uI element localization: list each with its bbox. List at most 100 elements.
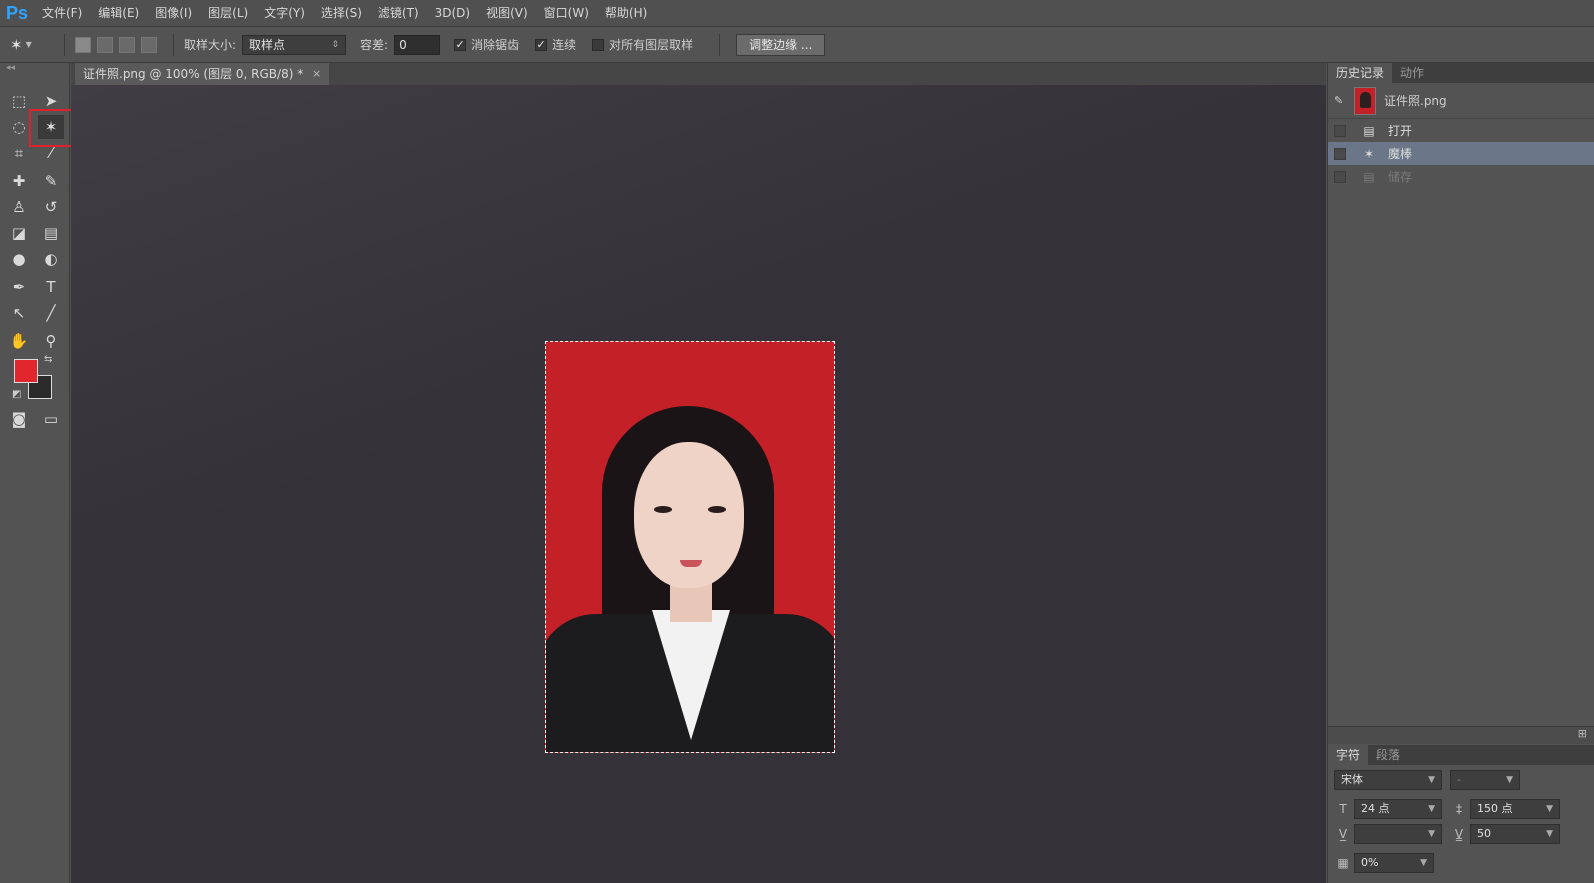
divider <box>173 33 174 56</box>
size-row: T 24 点 ▼ ‡ 150 点 ▼ <box>1328 796 1594 821</box>
canvas-area[interactable] <box>71 85 1326 883</box>
eraser-tool-icon[interactable]: ◪ <box>6 221 32 245</box>
type-tool-icon[interactable]: T <box>38 275 64 299</box>
menu-file[interactable]: 文件(F) <box>34 0 90 27</box>
eyedropper-tool-icon[interactable]: ⁄ <box>38 141 64 165</box>
history-item-label: 魔棒 <box>1388 147 1413 161</box>
menu-window[interactable]: 窗口(W) <box>536 0 597 27</box>
photo-right-eye <box>708 506 726 513</box>
history-item-open[interactable]: ▤ 打开 <box>1328 119 1594 142</box>
brush-tool-icon[interactable]: ✎ <box>38 169 64 193</box>
tab-history[interactable]: 历史记录 <box>1328 63 1393 83</box>
quick-mask-icon[interactable]: ◙ <box>6 407 32 431</box>
document-icon: ▤ <box>1363 169 1375 184</box>
check-icon: ✓ <box>535 37 548 51</box>
sample-size-value: 取样点 <box>249 37 286 52</box>
line-tool-icon[interactable]: ╱ <box>38 301 64 325</box>
menu-3d[interactable]: 3D(D) <box>427 0 478 27</box>
close-icon[interactable]: × <box>312 63 321 85</box>
history-source-box[interactable] <box>1334 147 1346 160</box>
dodge-tool-icon[interactable]: ◐ <box>38 247 64 271</box>
menu-help[interactable]: 帮助(H) <box>597 0 655 27</box>
sample-all-layers-checkbox[interactable]: 对所有图层取样 <box>592 36 693 53</box>
new-selection-button[interactable] <box>75 36 91 53</box>
scale-icon: ▦ <box>1337 855 1349 870</box>
hand-tool-icon[interactable]: ✋ <box>6 329 32 353</box>
history-item-magic-wand[interactable]: ✶ 魔棒 <box>1328 142 1594 165</box>
antialias-label: 消除锯齿 <box>471 38 520 52</box>
photoshop-logo-icon: Ps <box>5 2 29 23</box>
subtract-from-selection-button[interactable] <box>119 36 135 53</box>
screen-mode-icon[interactable]: ▭ <box>38 407 64 431</box>
history-panel-tabs: 历史记录 动作 <box>1328 63 1594 83</box>
pen-tool-icon[interactable]: ✒ <box>6 275 32 299</box>
tool-preset-picker[interactable]: ✶ ▼ <box>10 32 54 58</box>
document-tab-bar: 证件照.png @ 100% (图层 0, RGB/8) * × <box>71 63 1326 85</box>
tab-actions[interactable]: 动作 <box>1392 63 1432 83</box>
blur-tool-icon[interactable]: ● <box>6 247 32 271</box>
chevron-down-icon: ▼ <box>1420 857 1427 868</box>
sample-size-select[interactable]: 取样点 ⇕ <box>242 34 347 55</box>
default-colors-icon[interactable]: ◩ <box>12 389 21 400</box>
history-source-box[interactable] <box>1334 170 1346 183</box>
font-family-value: 宋体 <box>1341 772 1363 786</box>
document-icon: ▤ <box>1363 123 1375 138</box>
tolerance-input[interactable]: 0 <box>394 34 441 55</box>
menu-bar: Ps 文件(F) 编辑(E) 图像(I) 图层(L) 文字(Y) 选择(S) 滤… <box>0 0 1594 27</box>
antialias-checkbox[interactable]: ✓ 消除锯齿 <box>454 36 519 53</box>
font-size-icon: T <box>1339 801 1347 816</box>
menu-edit[interactable]: 编辑(E) <box>90 0 147 27</box>
foreground-color-swatch[interactable] <box>14 359 38 383</box>
chevron-down-icon: ▼ <box>25 40 32 49</box>
magic-wand-icon: ✶ <box>10 35 23 54</box>
menu-view[interactable]: 视图(V) <box>478 0 536 27</box>
sample-all-layers-label: 对所有图层取样 <box>609 38 694 52</box>
document-tab[interactable]: 证件照.png @ 100% (图层 0, RGB/8) * × <box>75 63 330 85</box>
tab-paragraph[interactable]: 段落 <box>1368 745 1408 765</box>
tab-character[interactable]: 字符 <box>1328 745 1369 765</box>
swap-colors-icon[interactable]: ⇆ <box>44 354 52 365</box>
new-snapshot-icon[interactable]: ⊞ <box>1578 727 1587 740</box>
magic-wand-icon: ✶ <box>1363 146 1375 161</box>
add-to-selection-button[interactable] <box>97 36 113 53</box>
options-bar: ✶ ▼ 取样大小: 取样点 ⇕ 容差: 0 ✓ 消除锯齿 ✓ 连续 对所有图层取… <box>0 27 1594 63</box>
history-snapshot[interactable]: ✎ 证件照.png <box>1328 83 1594 119</box>
scale-select[interactable]: 0% ▼ <box>1354 852 1434 873</box>
path-selection-tool-icon[interactable]: ↖ <box>6 301 32 325</box>
history-item-label: 打开 <box>1388 124 1413 138</box>
check-icon: ✓ <box>454 37 467 51</box>
font-style-select[interactable]: - ▼ <box>1450 769 1520 790</box>
history-source-box[interactable] <box>1334 124 1346 137</box>
history-brush-source-icon[interactable]: ✎ <box>1334 94 1348 107</box>
id-photo-image[interactable] <box>545 341 835 753</box>
font-size-select[interactable]: 24 点 ▼ <box>1354 798 1442 819</box>
menu-filter[interactable]: 滤镜(T) <box>370 0 427 27</box>
unchecked-box <box>592 38 605 51</box>
crop-tool-icon[interactable]: ⌗ <box>6 141 32 165</box>
kerning-row: V̲ ▼ V̳ 50 ▼ <box>1328 821 1594 846</box>
gradient-tool-icon[interactable]: ▤ <box>38 221 64 245</box>
kerning-select[interactable]: ▼ <box>1354 823 1442 844</box>
clone-stamp-tool-icon[interactable]: ♙ <box>6 195 32 219</box>
intersect-selection-button[interactable] <box>141 36 157 53</box>
menu-layer[interactable]: 图层(L) <box>200 0 256 27</box>
tracking-select[interactable]: 50 ▼ <box>1470 823 1560 844</box>
contiguous-checkbox[interactable]: ✓ 连续 <box>535 36 576 53</box>
menu-image[interactable]: 图像(I) <box>147 0 200 27</box>
kerning-icon: V̲ <box>1338 826 1348 841</box>
history-item-save[interactable]: ▤ 储存 <box>1328 165 1594 188</box>
font-family-select[interactable]: 宋体 ▼ <box>1334 769 1442 790</box>
healing-brush-tool-icon[interactable]: ✚ <box>6 169 32 193</box>
contiguous-label: 连续 <box>552 38 577 52</box>
history-panel-footer: ⊞ <box>1328 726 1594 744</box>
leading-select[interactable]: 150 点 ▼ <box>1470 798 1560 819</box>
menu-type[interactable]: 文字(Y) <box>256 0 313 27</box>
document-tab-title: 证件照.png @ 100% (图层 0, RGB/8) * <box>83 67 304 81</box>
refine-edge-button[interactable]: 调整边缘 ... <box>736 33 826 56</box>
photo-left-eye <box>654 506 672 513</box>
collapse-icon[interactable]: ◂◂ <box>0 63 69 73</box>
zoom-tool-icon[interactable]: ⚲ <box>38 329 64 353</box>
chevron-updown-icon: ⇕ <box>331 39 340 50</box>
menu-select[interactable]: 选择(S) <box>313 0 370 27</box>
history-brush-tool-icon[interactable]: ↺ <box>38 195 64 219</box>
